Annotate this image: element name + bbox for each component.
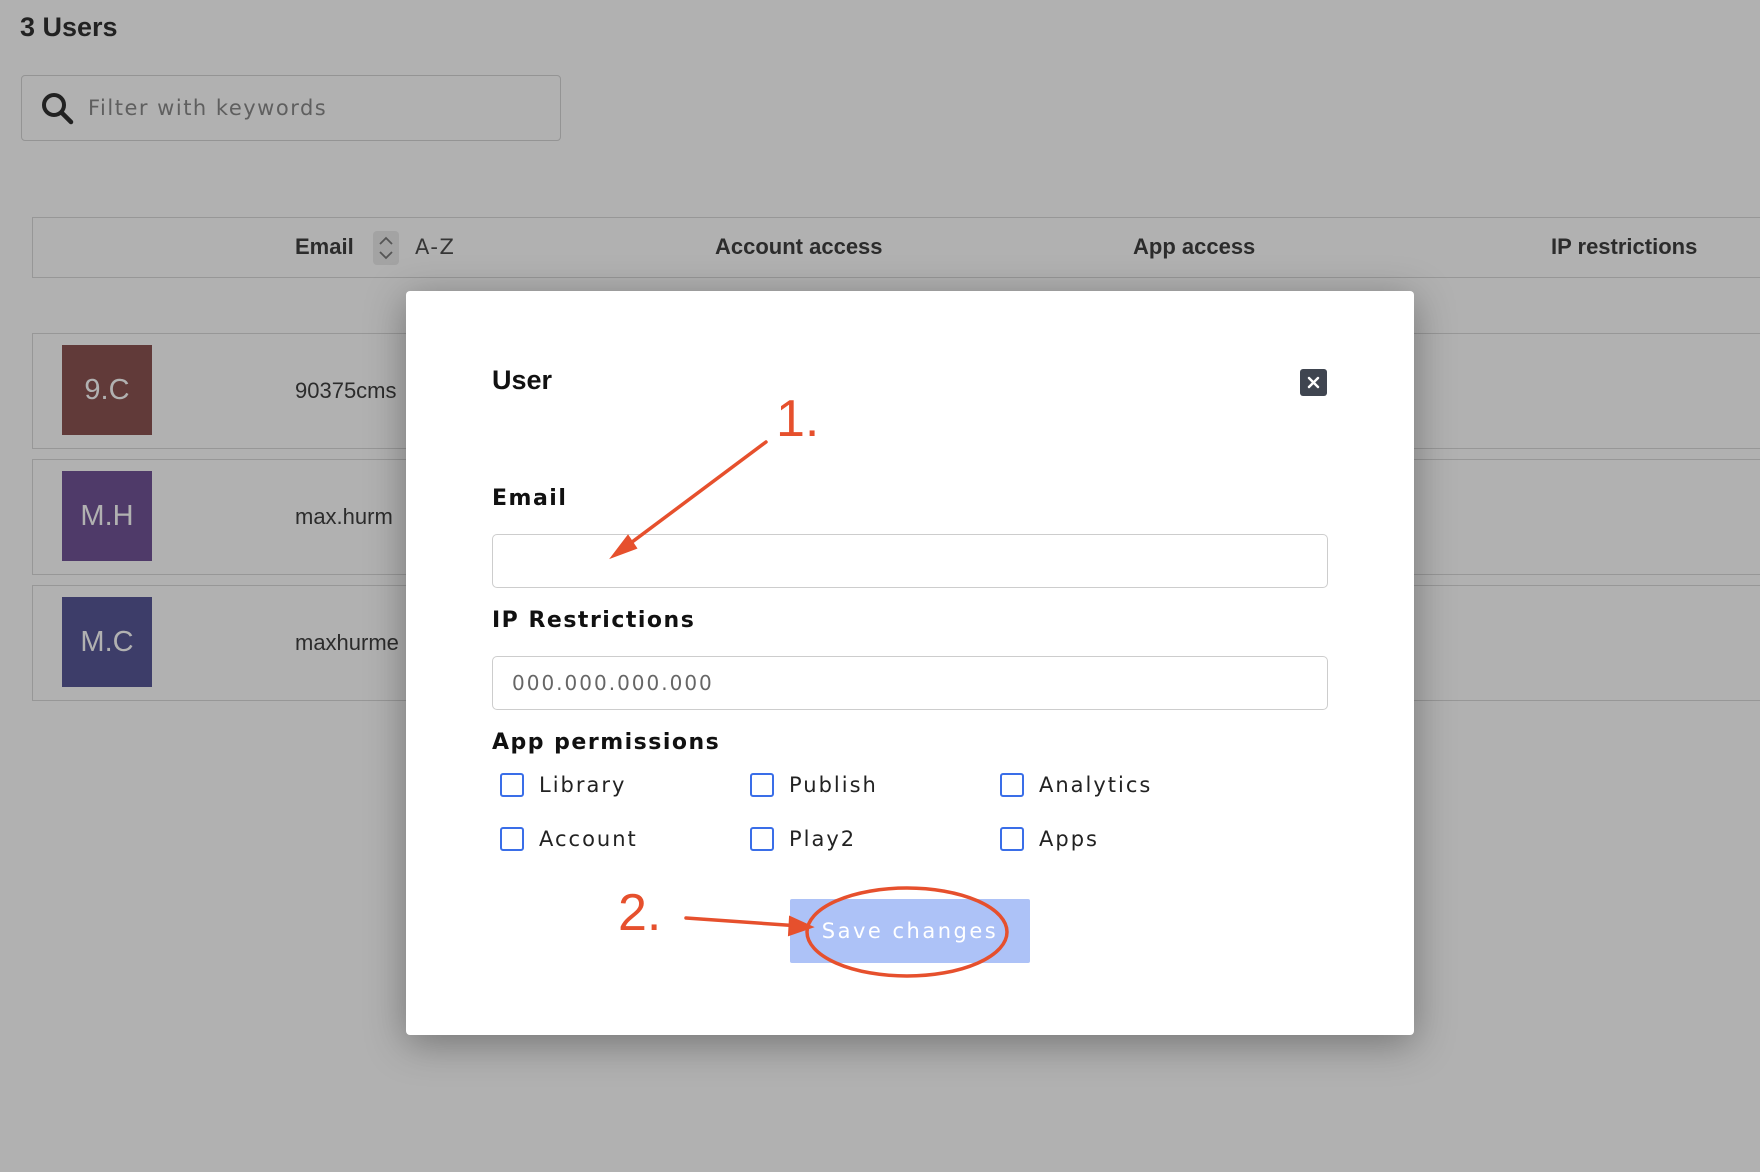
save-changes-button[interactable]: Save changes [790, 899, 1030, 963]
play2-checkbox[interactable] [750, 827, 774, 851]
permission-label: Account [539, 827, 638, 851]
permission-library[interactable]: Library [500, 773, 626, 797]
permission-label: Apps [1039, 827, 1099, 851]
publish-checkbox[interactable] [750, 773, 774, 797]
close-icon [1307, 376, 1320, 389]
apps-checkbox[interactable] [1000, 827, 1024, 851]
close-button[interactable] [1300, 369, 1327, 396]
email-field[interactable] [492, 534, 1328, 588]
modal-title: User [492, 365, 553, 395]
user-modal: User Email IP Restrictions App permissio… [406, 291, 1414, 1035]
permission-apps[interactable]: Apps [1000, 827, 1099, 851]
permission-label: Play2 [789, 827, 857, 851]
ip-restrictions-field[interactable] [492, 656, 1328, 710]
permission-label: Publish [789, 773, 878, 797]
permission-publish[interactable]: Publish [750, 773, 878, 797]
permission-label: Library [539, 773, 627, 797]
email-label: Email [492, 486, 568, 511]
permission-analytics[interactable]: Analytics [1000, 773, 1152, 797]
ip-restrictions-label: IP Restrictions [492, 608, 696, 633]
app-permissions-label: App permissions [492, 730, 721, 755]
account-checkbox[interactable] [500, 827, 524, 851]
permission-label: Analytics [1039, 773, 1153, 797]
library-checkbox[interactable] [500, 773, 524, 797]
permission-account[interactable]: Account [500, 827, 638, 851]
permission-play2[interactable]: Play2 [750, 827, 856, 851]
analytics-checkbox[interactable] [1000, 773, 1024, 797]
